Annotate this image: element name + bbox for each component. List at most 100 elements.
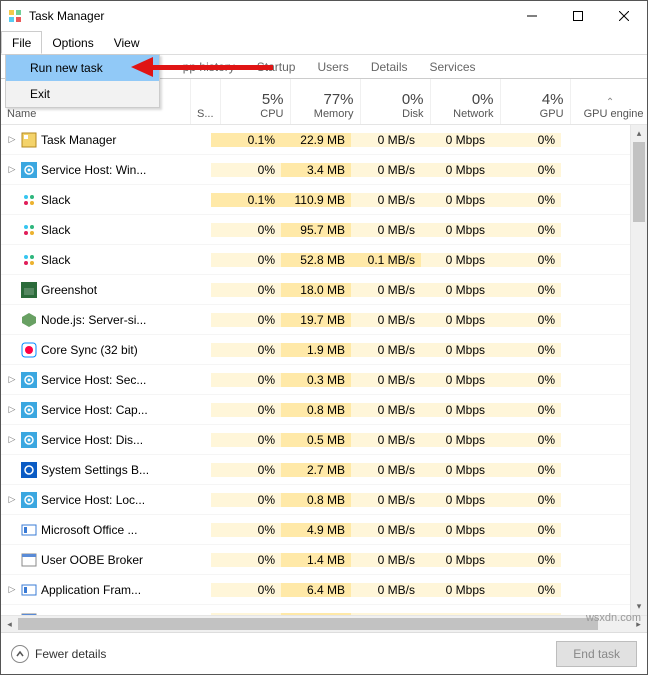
table-row[interactable]: Core Sync (32 bit)0%1.9 MB0 MB/s0 Mbps0% xyxy=(1,335,630,365)
header-cpu[interactable]: 5%CPU xyxy=(221,79,291,124)
disk-cell: 0 MB/s xyxy=(351,343,421,357)
window-title: Task Manager xyxy=(29,9,104,23)
disk-cell: 0 MB/s xyxy=(351,133,421,147)
generic-icon xyxy=(21,552,37,568)
process-name: Antimalware Serv... xyxy=(41,613,144,616)
fewer-details-button[interactable]: Fewer details xyxy=(11,645,106,663)
memory-cell: 0.8 MB xyxy=(281,493,351,507)
expand-icon[interactable]: ▷ xyxy=(7,164,17,175)
menu-view[interactable]: View xyxy=(104,31,150,54)
cpu-cell: 0% xyxy=(211,223,281,237)
vertical-scrollbar[interactable]: ▴ ▾ xyxy=(630,125,647,615)
table-row[interactable]: ▷Service Host: Cap...0%0.8 MB0 MB/s0 Mbp… xyxy=(1,395,630,425)
memory-cell: 1.4 MB xyxy=(281,553,351,567)
office-icon xyxy=(21,582,37,598)
slack-icon xyxy=(21,192,37,208)
expand-icon[interactable]: ▷ xyxy=(7,584,17,595)
table-row[interactable]: ▷Antimalware Serv...0%125.0 MB0 MB/s0 Mb… xyxy=(1,605,630,615)
memory-cell: 0.5 MB xyxy=(281,433,351,447)
table-row[interactable]: Slack0.1%110.9 MB0 MB/s0 Mbps0% xyxy=(1,185,630,215)
network-cell: 0 Mbps xyxy=(421,163,491,177)
tab-services[interactable]: Services xyxy=(419,55,487,78)
gpu-cell: 0% xyxy=(491,313,561,327)
header-memory[interactable]: 77%Memory xyxy=(291,79,361,124)
expand-icon[interactable]: ▷ xyxy=(7,404,17,415)
scroll-down-icon[interactable]: ▾ xyxy=(631,598,647,615)
expand-icon[interactable]: ▷ xyxy=(7,134,17,145)
table-row[interactable]: ▷Application Fram...0%6.4 MB0 MB/s0 Mbps… xyxy=(1,575,630,605)
table-row[interactable]: Slack0%95.7 MB0 MB/s0 Mbps0% xyxy=(1,215,630,245)
expand-icon[interactable]: ▷ xyxy=(7,614,17,615)
gpu-cell: 0% xyxy=(491,193,561,207)
scroll-left-icon[interactable]: ◂ xyxy=(1,619,18,630)
tab-startup[interactable]: Startup xyxy=(246,55,307,78)
maximize-button[interactable] xyxy=(555,1,601,31)
header-gpu[interactable]: 4%GPU xyxy=(501,79,571,124)
network-cell: 0 Mbps xyxy=(421,193,491,207)
table-row[interactable]: System Settings B...0%2.7 MB0 MB/s0 Mbps… xyxy=(1,455,630,485)
process-name: Slack xyxy=(41,253,70,267)
green-icon xyxy=(21,282,37,298)
tab-details[interactable]: Details xyxy=(360,55,419,78)
scrollbar-thumb-h[interactable] xyxy=(18,618,598,630)
menu-exit[interactable]: Exit xyxy=(6,81,159,107)
process-name: Service Host: Cap... xyxy=(41,403,148,417)
tab-users[interactable]: Users xyxy=(306,55,359,78)
minimize-button[interactable] xyxy=(509,1,555,31)
process-name: Application Fram... xyxy=(41,583,141,597)
disk-cell: 0 MB/s xyxy=(351,283,421,297)
header-status[interactable]: S... xyxy=(191,79,221,124)
menu-run-new-task[interactable]: Run new task xyxy=(6,55,159,81)
tab-app-history[interactable]: pp history xyxy=(172,55,246,78)
table-row[interactable]: ▷Service Host: Sec...0%0.3 MB0 MB/s0 Mbp… xyxy=(1,365,630,395)
table-row[interactable]: User OOBE Broker0%1.4 MB0 MB/s0 Mbps0% xyxy=(1,545,630,575)
expand-icon[interactable]: ▷ xyxy=(7,434,17,445)
network-cell: 0 Mbps xyxy=(421,583,491,597)
table-row[interactable]: ▷Task Manager0.1%22.9 MB0 MB/s0 Mbps0% xyxy=(1,125,630,155)
scrollbar-thumb[interactable] xyxy=(633,142,645,222)
coresync-icon xyxy=(21,342,37,358)
table-row[interactable]: Greenshot0%18.0 MB0 MB/s0 Mbps0% xyxy=(1,275,630,305)
scroll-right-icon[interactable]: ▸ xyxy=(630,619,647,630)
end-task-button[interactable]: End task xyxy=(556,641,637,667)
memory-cell: 0.8 MB xyxy=(281,403,351,417)
gpu-cell: 0% xyxy=(491,253,561,267)
scroll-up-icon[interactable]: ▴ xyxy=(631,125,647,142)
menu-options[interactable]: Options xyxy=(42,31,103,54)
titlebar[interactable]: Task Manager xyxy=(1,1,647,31)
table-row[interactable]: Node.js: Server-si...0%19.7 MB0 MB/s0 Mb… xyxy=(1,305,630,335)
close-button[interactable] xyxy=(601,1,647,31)
memory-cell: 52.8 MB xyxy=(281,253,351,267)
slack-icon xyxy=(21,252,37,268)
table-row[interactable]: ▷Service Host: Dis...0%0.5 MB0 MB/s0 Mbp… xyxy=(1,425,630,455)
table-row[interactable]: ▷Service Host: Win...0%3.4 MB0 MB/s0 Mbp… xyxy=(1,155,630,185)
gpu-cell: 0% xyxy=(491,163,561,177)
disk-cell: 0 MB/s xyxy=(351,523,421,537)
expand-icon[interactable]: ▷ xyxy=(7,374,17,385)
process-name: Greenshot xyxy=(41,283,97,297)
cpu-cell: 0% xyxy=(211,613,281,616)
cpu-cell: 0% xyxy=(211,523,281,537)
expand-icon[interactable]: ▷ xyxy=(7,494,17,505)
process-name: Service Host: Sec... xyxy=(41,373,146,387)
menu-file[interactable]: File xyxy=(1,31,42,54)
header-disk[interactable]: 0%Disk xyxy=(361,79,431,124)
process-list: ▷Task Manager0.1%22.9 MB0 MB/s0 Mbps0%▷S… xyxy=(1,125,647,615)
header-network[interactable]: 0%Network xyxy=(431,79,501,124)
gpu-cell: 0% xyxy=(491,223,561,237)
generic-icon xyxy=(21,612,37,616)
gpu-cell: 0% xyxy=(491,373,561,387)
process-name: Service Host: Loc... xyxy=(41,493,145,507)
table-row[interactable]: ▷Service Host: Loc...0%0.8 MB0 MB/s0 Mbp… xyxy=(1,485,630,515)
network-cell: 0 Mbps xyxy=(421,373,491,387)
header-gpu-engine[interactable]: ⌃GPU engine xyxy=(571,79,648,124)
network-cell: 0 Mbps xyxy=(421,523,491,537)
horizontal-scrollbar[interactable]: ◂ ▸ xyxy=(1,615,647,632)
node-icon xyxy=(21,312,37,328)
gpu-cell: 0% xyxy=(491,583,561,597)
table-row[interactable]: Microsoft Office ...0%4.9 MB0 MB/s0 Mbps… xyxy=(1,515,630,545)
disk-cell: 0 MB/s xyxy=(351,463,421,477)
cpu-cell: 0.1% xyxy=(211,133,281,147)
table-row[interactable]: Slack0%52.8 MB0.1 MB/s0 Mbps0% xyxy=(1,245,630,275)
menubar: File Options View Run new task Exit xyxy=(1,31,647,55)
